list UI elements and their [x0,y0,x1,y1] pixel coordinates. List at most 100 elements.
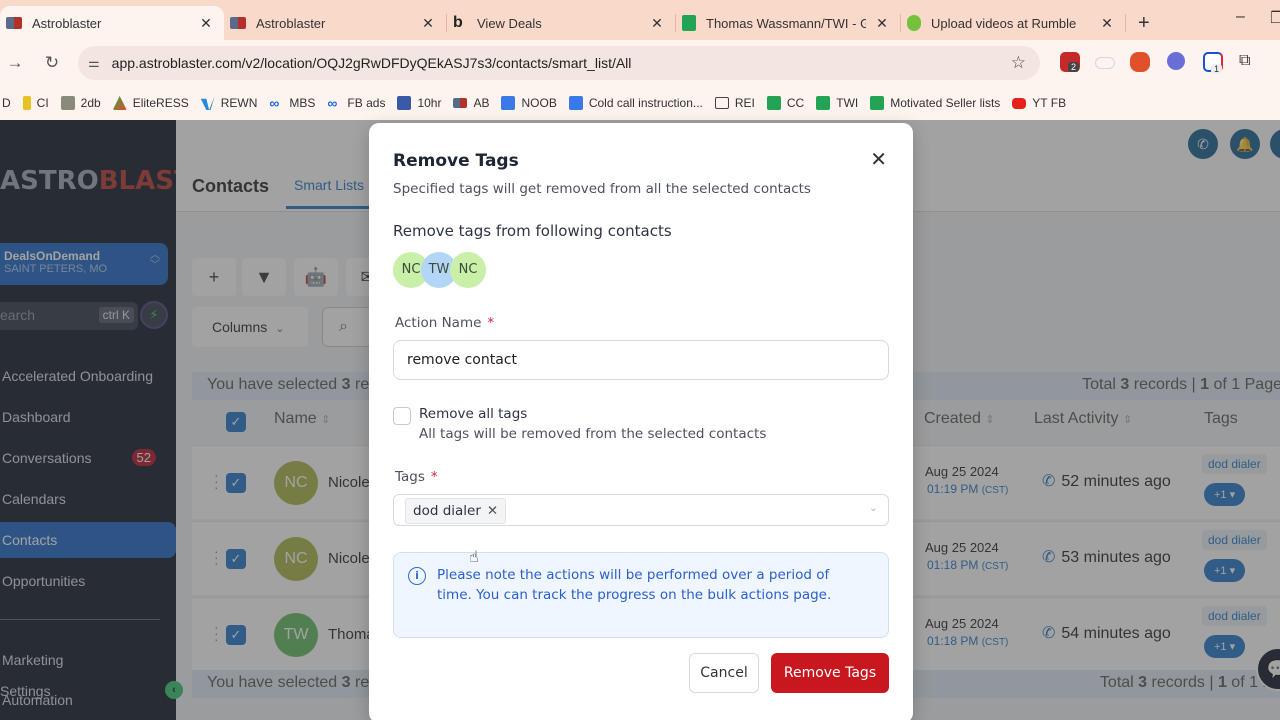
bookmark-label: 2db [80,96,101,110]
extensions-puzzle-icon[interactable]: ⧉ [1239,52,1259,72]
modal-title: Remove Tags [393,151,519,171]
folder-icon [714,97,729,109]
bookmark-label: TWI [836,96,859,110]
tab-title: Thomas Wassmann/TWI - Go [706,15,866,31]
bookmark-label: REI [734,96,755,110]
tab-title: Astroblaster [32,15,102,31]
tags-label: Tags * [395,469,438,485]
pointer-cursor-icon: ☝ [469,549,479,566]
site-settings-icon[interactable]: ⚌ [88,55,100,71]
remove-all-tags-label[interactable]: Remove all tags [419,406,527,422]
bookmark-label: AB [473,96,490,110]
cancel-button[interactable]: Cancel [689,653,759,693]
lock-icon[interactable] [1130,52,1150,72]
bookmark-icon [397,96,412,110]
restore-window-icon[interactable]: ❐ [1270,8,1280,28]
close-tab-icon[interactable]: ✕ [420,15,436,32]
astroblaster-favicon-icon [6,17,22,29]
extension-badge: 1 [1211,64,1223,74]
bookmark[interactable]: REWN [200,96,258,110]
bookmark[interactable]: ∞ FB ads [327,96,385,110]
mail-icon[interactable] [1167,52,1185,70]
astroblaster-icon [453,98,468,108]
bookmark-label: REWN [220,96,258,110]
tags-select[interactable]: dod dialer ✕ ⌄ [393,494,889,526]
bookmark-star-icon[interactable]: ☆ [1011,53,1026,73]
bookmark-icon [60,96,75,110]
bookmark[interactable]: NOOB [501,96,557,110]
forward-arrow-icon[interactable]: → [0,53,30,73]
minimize-window-icon[interactable]: – [1236,8,1245,26]
bookmark[interactable]: EliteRESS [112,96,189,110]
bookmark[interactable]: ∞ MBS [269,96,315,110]
remove-all-tags-description: All tags will be removed from the select… [419,426,767,442]
meta-icon: ∞ [327,95,338,111]
rumble-favicon-icon [907,15,921,31]
reload-icon[interactable]: ↻ [30,53,74,73]
tab-title: Upload videos at Rumble [931,15,1077,31]
bookmark[interactable]: 10hr [397,96,441,110]
close-tab-icon[interactable]: ✕ [874,15,890,32]
bookmark-label: NOOB [521,96,557,110]
bookmark[interactable]: CC [766,96,805,110]
chevron-down-icon[interactable]: ⌄ [869,501,878,514]
bookmark[interactable]: Motivated Seller lists [870,96,1000,110]
bookmark-icon [200,96,215,110]
close-tab-icon[interactable]: ✕ [1099,15,1115,32]
bookmark-label: Cold call instruction... [588,96,703,110]
docs-icon [501,96,516,110]
browser-tab[interactable]: Thomas Wassmann/TWI - Go ✕ [676,6,900,40]
address-bar[interactable]: ⚌ app.astroblaster.com/v2/location/OQJ2g… [78,46,1040,80]
remove-all-tags-checkbox[interactable] [393,407,411,425]
remove-tags-modal: Remove Tags ✕ Specified tags will get re… [369,123,913,720]
browser-tab-strip: Astroblaster ✕ Astroblaster ✕ b View Dea… [0,0,1280,40]
bookmark-label: EliteRESS [132,96,189,110]
docs-icon [568,96,583,110]
bookmark-icon [22,96,31,110]
extension-square-icon[interactable]: 1 [1203,52,1223,74]
youtube-icon [1012,97,1027,109]
bookmark[interactable]: 2db [60,96,101,110]
sheets-icon [816,96,831,110]
section-title: Remove tags from following contacts [393,222,672,240]
cloud-icon[interactable] [1095,57,1115,69]
bookmark[interactable]: AB [453,96,489,110]
close-tab-icon[interactable]: ✕ [198,15,214,32]
remove-tags-button[interactable]: Remove Tags [771,653,889,693]
browser-tab[interactable]: Astroblaster ✕ [224,6,446,40]
bookmark-label: MBS [289,96,316,110]
info-text: Please note the actions will be performe… [437,567,832,603]
action-name-input[interactable] [393,340,889,380]
bookmark-label: YT FB [1032,96,1067,110]
bookmarks-bar: D CI 2db EliteRESS REWN ∞ MBS ∞ FB ads 10h… [0,86,1280,120]
close-icon[interactable]: ✕ [870,147,887,171]
bookmark[interactable]: REI [714,96,755,110]
remove-tag-icon[interactable]: ✕ [487,503,498,519]
required-asterisk: * [487,315,495,331]
modal-subtitle: Specified tags will get removed from all… [393,181,811,197]
tab-title: Astroblaster [256,15,326,31]
bookmark[interactable]: D [2,96,11,110]
astroblaster-favicon-icon [230,17,246,29]
close-tab-icon[interactable]: ✕ [649,15,665,32]
bookmark[interactable]: CI [22,96,49,110]
info-notice: i Please note the actions will be perfor… [393,552,889,638]
browser-tab[interactable]: Upload videos at Rumble ✕ [901,6,1125,40]
bookmark-label: CC [786,96,805,110]
new-tab-button[interactable]: + [1126,6,1162,40]
sheets-favicon-icon [682,15,696,31]
bookmark-label: D [2,96,11,110]
bookmark-icon [112,96,127,110]
bookmark-label: CI [36,96,49,110]
bookmark[interactable]: Cold call instruction... [568,96,703,110]
url-text[interactable]: app.astroblaster.com/v2/location/OQJ2gRw… [112,55,632,71]
browser-tab[interactable]: b View Deals ✕ [447,6,675,40]
meta-icon: ∞ [269,95,280,111]
extension-badge: 2 [1068,62,1080,72]
extension-red-icon[interactable]: 2 [1060,52,1080,72]
browser-tab[interactable]: Astroblaster ✕ [0,6,224,40]
bookmark[interactable]: TWI [816,96,858,110]
action-name-label: Action Name * [395,315,495,331]
bookmark[interactable]: YT FB [1012,96,1066,110]
info-icon: i [408,567,426,585]
